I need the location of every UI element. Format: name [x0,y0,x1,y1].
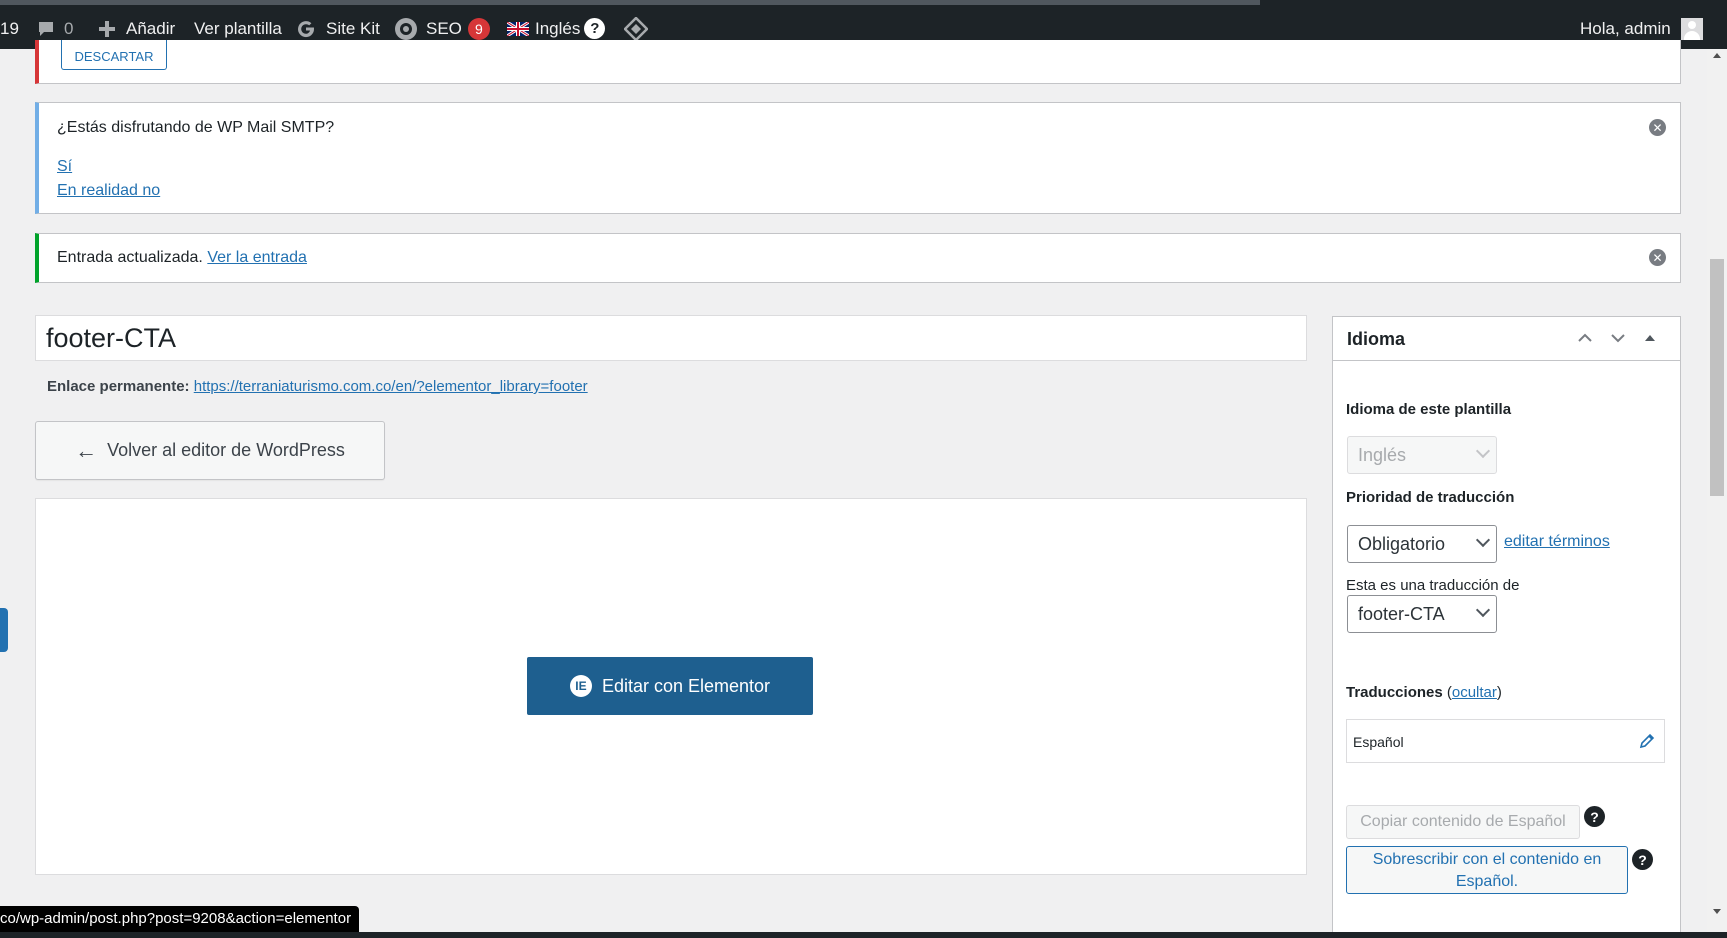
site-kit-label: Site Kit [326,18,380,38]
smtp-question: ¿Estás disfrutando de WP Mail SMTP? [57,119,335,136]
scroll-up-arrow-icon[interactable] [1713,53,1721,58]
add-new-label: Añadir [126,18,176,38]
admin-bar-partial-count[interactable]: 19 [0,8,19,49]
overwrite-help-icon[interactable]: ? [1632,849,1653,870]
copy-help-icon[interactable]: ? [1584,806,1605,827]
arrow-left-icon: ← [75,437,98,463]
translation-row-spanish: Español [1346,719,1665,763]
translations-heading: Traducciones (ocultar) [1346,684,1502,701]
dismiss-icon[interactable]: ✕ [1649,249,1666,266]
edit-terms-link[interactable]: editar términos [1504,533,1610,551]
translation-of-label: Esta es una traducción de [1346,577,1520,594]
chevron-down-icon [1475,443,1491,459]
translation-of-select[interactable]: footer-CTA [1347,595,1497,633]
chevron-down-icon [1475,532,1491,548]
elementor-button-label: Editar con Elementor [601,675,771,696]
edit-with-elementor-button[interactable]: IE Editar con Elementor [527,657,813,715]
seo-label: SEO [426,18,462,38]
metabox-header: Idioma [1333,317,1680,361]
updated-text: Entrada actualizada. [57,249,203,266]
view-post-link[interactable]: Ver la entrada [207,249,307,266]
browser-top-strip [0,0,1727,8]
hide-translations-link[interactable]: ocultar [1452,684,1497,701]
greeting-label: Hola, admin [1580,18,1671,38]
discard-button[interactable]: DESCARTAR [61,40,167,70]
template-language-label: Idioma de este plantilla [1346,401,1512,418]
comment-icon [39,21,53,36]
template-language-value: Inglés [1358,444,1407,465]
scrollbar-thumb[interactable] [1710,259,1724,496]
permalink-url-link[interactable]: https://terraniaturismo.com.co/en/?eleme… [194,378,588,395]
priority-label: Prioridad de traducción [1346,489,1515,506]
scroll-down-arrow-icon[interactable] [1713,909,1721,914]
permalink-row: Enlace permanente: https://terraniaturis… [47,378,588,395]
browser-status-url: co/wp-admin/post.php?post=9208&action=el… [0,906,360,932]
collapse-toggle-icon[interactable] [1637,325,1663,351]
partial-count-label: 19 [0,18,19,38]
plus-icon [99,20,115,37]
smtp-feedback-notice: ¿Estás disfrutando de WP Mail SMTP? Sí E… [35,102,1681,214]
help-icon[interactable]: ? [584,18,606,39]
post-title-input[interactable]: footer-CTA [35,315,1307,361]
comments-count: 0 [64,18,74,38]
metabox-title: Idioma [1347,329,1406,349]
chevron-up-icon[interactable] [1572,325,1598,351]
updated-message: Entrada actualizada. Ver la entrada [57,249,307,267]
browser-bottom-strip [0,932,1727,938]
translation-of-value: footer-CTA [1358,603,1445,624]
view-template-label: Ver plantilla [194,18,282,38]
avatar-icon [1680,17,1703,40]
template-language-select: Inglés [1347,436,1497,474]
translations-label: Traducciones [1346,684,1443,701]
uk-flag-icon [507,21,529,36]
smtp-yes-link[interactable]: Sí [57,158,72,176]
seo-gear-icon [395,17,417,40]
translation-language: Español [1353,734,1404,750]
chevron-down-icon [1475,602,1491,618]
back-button-label: Volver al editor de WordPress [107,440,345,460]
post-updated-notice: Entrada actualizada. Ver la entrada ✕ [35,233,1681,283]
google-g-icon [298,20,315,37]
permalink-label: Enlace permanente: [47,378,190,395]
back-to-wordpress-editor-button[interactable]: ← Volver al editor de WordPress [35,421,385,480]
priority-value: Obligatorio [1358,533,1446,554]
diamond-icon [624,16,648,41]
dismiss-icon[interactable]: ✕ [1649,119,1666,136]
paren-close: ) [1496,684,1502,701]
chevron-down-icon[interactable] [1605,325,1631,351]
seo-notification-badge: 9 [467,17,490,40]
copy-content-button[interactable]: Copiar contenido de Español [1346,805,1580,839]
smtp-no-link[interactable]: En realidad no [57,182,160,200]
language-label: Inglés [535,18,581,38]
pencil-icon[interactable] [1638,732,1656,750]
error-notice: DESCARTAR [35,40,1681,84]
priority-select[interactable]: Obligatorio [1347,525,1497,563]
overwrite-content-button[interactable]: Sobrescribir con el contenido en Español… [1346,846,1628,894]
page-scrollbar[interactable] [1707,49,1727,938]
horizontal-scroll-thumb[interactable] [0,0,1260,5]
side-collapse-tab[interactable] [0,608,8,652]
elementor-icon: IE [569,675,592,697]
